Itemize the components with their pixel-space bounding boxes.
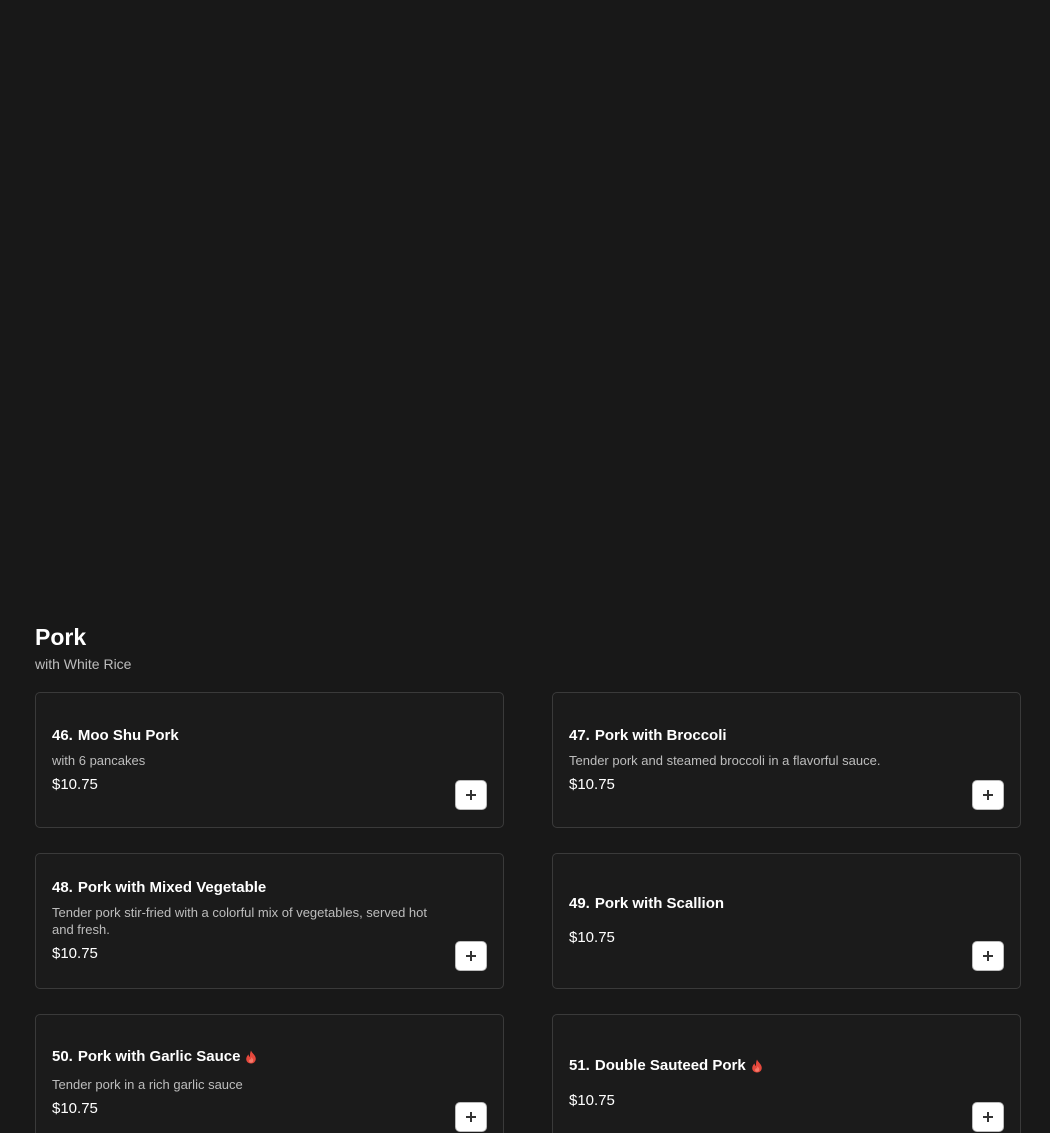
plus-icon xyxy=(466,951,476,961)
menu-item-name: 47. Pork with Broccoli xyxy=(569,726,960,746)
menu-item-price: $10.75 xyxy=(52,775,98,793)
menu-item-number: 50. xyxy=(52,1048,73,1065)
plus-icon xyxy=(983,1112,993,1122)
menu-item-body: 49. Pork with Scallion $10.75 xyxy=(569,854,960,988)
add-to-cart-button[interactable] xyxy=(972,1102,1004,1132)
menu-item-name: 49. Pork with Scallion xyxy=(569,894,960,914)
menu-item-description: Tender pork in a rich garlic sauce xyxy=(52,1077,243,1092)
menu-item-description: with 6 pancakes xyxy=(52,752,146,768)
menu-item-title: Moo Shu Pork xyxy=(77,726,179,744)
menu-item-title: Pork with Scallion xyxy=(594,895,725,912)
menu-item-number: 47. xyxy=(569,726,590,744)
menu-item-body: 51. Double Sauteed Pork $10.75 xyxy=(569,1056,960,1133)
menu-item-name: 46. Moo Shu Pork xyxy=(52,726,443,746)
menu-item-title: Pork with Broccoli xyxy=(594,726,727,744)
menu-item-title: Pork with Mixed Vegetable xyxy=(77,879,267,896)
menu-item-number: 49. xyxy=(569,895,590,912)
menu-item-body: 46. Moo Shu Pork with 6 pancakes $10.75 xyxy=(52,693,443,827)
menu-item-title: Pork with Garlic Sauce xyxy=(77,1048,241,1065)
menu-item-number: 46. xyxy=(52,726,73,744)
plus-icon xyxy=(983,790,993,800)
menu-item-description: Tender pork and steamed broccoli in a fl… xyxy=(569,752,881,768)
menu-item-name: 48. Pork with Mixed Vegetable xyxy=(52,878,443,898)
section-subtitle: with White Rice xyxy=(35,656,132,672)
plus-icon xyxy=(466,1112,476,1122)
menu-items-grid: 46. Moo Shu Pork with 6 pancakes $10.75 … xyxy=(35,692,1021,1133)
menu-item-price: $10.75 xyxy=(52,945,98,962)
menu-item-price: $10.75 xyxy=(569,929,615,946)
plus-icon xyxy=(466,790,476,800)
menu-item-card[interactable]: 49. Pork with Scallion $10.75 xyxy=(552,853,1021,989)
add-to-cart-button[interactable] xyxy=(972,941,1004,971)
menu-item-card[interactable]: 50. Pork with Garlic Sauce Tender pork i… xyxy=(35,1014,504,1133)
menu-item-number: 48. xyxy=(52,879,73,896)
menu-item-card[interactable]: 47. Pork with Broccoli Tender pork and s… xyxy=(552,692,1021,828)
add-to-cart-button[interactable] xyxy=(455,941,487,971)
menu-item-card[interactable]: 51. Double Sauteed Pork $10.75 xyxy=(552,1014,1021,1133)
menu-item-price: $10.75 xyxy=(52,1100,98,1117)
menu-item-body: 48. Pork with Mixed Vegetable Tender por… xyxy=(52,854,443,988)
menu-page: Pork with White Rice 46. Moo Shu Pork wi… xyxy=(0,0,1050,1133)
menu-item-name: 50. Pork with Garlic Sauce xyxy=(52,1047,443,1067)
add-to-cart-button[interactable] xyxy=(972,780,1004,810)
menu-item-card[interactable]: 48. Pork with Mixed Vegetable Tender por… xyxy=(35,853,504,989)
pork-section: Pork with White Rice 46. Moo Shu Pork wi… xyxy=(35,620,1021,1133)
menu-item-body: 47. Pork with Broccoli Tender pork and s… xyxy=(569,693,960,827)
menu-item-price: $10.75 xyxy=(569,775,615,793)
menu-item-card[interactable]: 46. Moo Shu Pork with 6 pancakes $10.75 xyxy=(35,692,504,828)
spicy-flame-icon xyxy=(751,1059,762,1073)
menu-item-title: Double Sauteed Pork xyxy=(594,1057,746,1074)
menu-item-name: 51. Double Sauteed Pork xyxy=(569,1056,960,1076)
menu-item-number: 51. xyxy=(569,1057,590,1074)
add-to-cart-button[interactable] xyxy=(455,780,487,810)
menu-item-description: Tender pork stir-fried with a colorful m… xyxy=(52,905,428,937)
plus-icon xyxy=(983,951,993,961)
menu-item-body: 50. Pork with Garlic Sauce Tender pork i… xyxy=(52,1047,443,1133)
menu-item-price: $10.75 xyxy=(569,1092,615,1109)
section-title: Pork xyxy=(35,624,87,650)
add-to-cart-button[interactable] xyxy=(455,1102,487,1132)
spicy-flame-icon xyxy=(246,1050,257,1064)
